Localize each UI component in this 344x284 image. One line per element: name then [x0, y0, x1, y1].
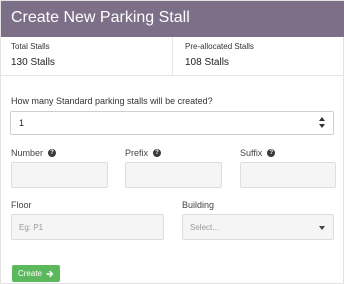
total-stalls-value: 130 Stalls [11, 57, 55, 68]
prefix-label-text: Prefix [125, 148, 149, 158]
building-field-label: Building [182, 200, 214, 210]
stall-count-spinner[interactable] [319, 117, 327, 129]
floor-input[interactable]: Eg: P1 [11, 214, 164, 240]
building-selected-value: Select... [190, 223, 219, 232]
suffix-help-icon[interactable]: ? [267, 149, 276, 157]
prefix-field-label: Prefix ? [125, 148, 162, 158]
create-parking-stall-panel: Create New Parking Stall Total Stalls 13… [0, 0, 344, 284]
total-stalls-stat: Total Stalls 130 Stalls [1, 37, 173, 75]
stall-count-value: 1 [19, 118, 25, 128]
prefix-help-icon[interactable]: ? [153, 149, 162, 157]
preallocated-stalls-value: 108 Stalls [185, 57, 229, 68]
prefix-input[interactable] [125, 162, 222, 188]
number-help-icon[interactable]: ? [48, 149, 57, 157]
number-field-label: Number ? [11, 148, 57, 158]
floor-label-text: Floor [11, 200, 32, 210]
building-select[interactable]: Select... [182, 214, 334, 240]
stall-count-input[interactable]: 1 [10, 111, 334, 135]
stall-stats: Total Stalls 130 Stalls Pre-allocated St… [1, 37, 344, 76]
create-button[interactable]: Create [12, 265, 60, 282]
panel-title: Create New Parking Stall [11, 9, 190, 26]
spinner-up-icon[interactable] [319, 117, 325, 121]
number-input[interactable] [11, 162, 108, 188]
number-label-text: Number [11, 148, 44, 158]
suffix-input[interactable] [240, 162, 336, 188]
panel-header: Create New Parking Stall [1, 1, 344, 37]
total-stalls-label: Total Stalls [11, 42, 50, 51]
floor-field-label: Floor [11, 200, 32, 210]
building-label-text: Building [182, 200, 215, 210]
stall-count-question: How many Standard parking stalls will be… [11, 96, 213, 106]
arrow-right-icon [46, 270, 54, 277]
create-button-label: Create [17, 269, 42, 278]
preallocated-stalls-label: Pre-allocated Stalls [185, 42, 254, 51]
suffix-field-label: Suffix ? [240, 148, 276, 158]
chevron-down-icon [319, 226, 325, 230]
spinner-down-icon[interactable] [319, 124, 325, 128]
floor-placeholder: Eg: P1 [19, 223, 44, 232]
suffix-label-text: Suffix [240, 148, 263, 158]
preallocated-stalls-stat: Pre-allocated Stalls 108 Stalls [173, 37, 344, 75]
